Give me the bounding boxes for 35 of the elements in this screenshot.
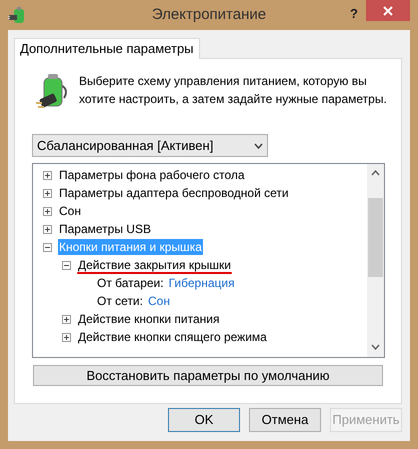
tree-item[interactable]: Действие закрытия крышки: [77, 257, 232, 273]
battery-plug-icon: [8, 7, 26, 25]
expand-icon[interactable]: [43, 224, 52, 234]
collapse-icon[interactable]: [62, 260, 71, 270]
description-text: Выберите схему управления питанием, которую вы хотите настроить, а затем задайте нужные параметры.: [79, 73, 388, 108]
dialog-button[interactable]: OK: [168, 408, 240, 432]
scrollbar[interactable]: [367, 164, 384, 357]
tab[interactable]: Дополнительные параметры: [14, 38, 200, 59]
close-button[interactable]: [366, 0, 410, 21]
chevron-up-icon[interactable]: [371, 170, 380, 176]
setting-label: От батареи:: [97, 275, 164, 292]
chevron-down-icon: [254, 142, 263, 148]
expand-icon[interactable]: [62, 332, 71, 342]
plan-dropdown[interactable]: Сбалансированная [Активен]: [32, 134, 268, 157]
tree-item[interactable]: Действие кнопки спящего режима: [77, 329, 268, 345]
window-title: Электропитание: [152, 4, 266, 25]
setting-value-link[interactable]: Гибернация: [168, 274, 235, 292]
help-button[interactable]: ?: [350, 4, 358, 24]
expand-icon[interactable]: [62, 314, 71, 324]
collapse-icon[interactable]: [43, 242, 52, 252]
restore-defaults-button[interactable]: Восстановить параметры по умолчанию: [33, 365, 383, 386]
scrollbar-thumb[interactable]: [368, 198, 383, 277]
tree-item[interactable]: Параметры адаптера беспроводной сети: [58, 185, 290, 201]
close-icon: [383, 6, 393, 16]
expand-icon[interactable]: [43, 170, 52, 180]
chevron-down-icon[interactable]: [371, 344, 380, 350]
tree-item[interactable]: Параметры USB: [58, 221, 152, 237]
setting-value-link[interactable]: Сон: [148, 292, 170, 310]
tree-item[interactable]: Действие кнопки питания: [77, 311, 220, 327]
tree-item[interactable]: Параметры фона рабочего стола: [58, 167, 246, 183]
setting-label: От сети:: [97, 293, 143, 310]
tree-item[interactable]: Сон: [58, 203, 82, 219]
expand-icon[interactable]: [43, 206, 52, 216]
expand-icon[interactable]: [43, 188, 52, 198]
dialog-button[interactable]: Отмена: [249, 408, 321, 432]
